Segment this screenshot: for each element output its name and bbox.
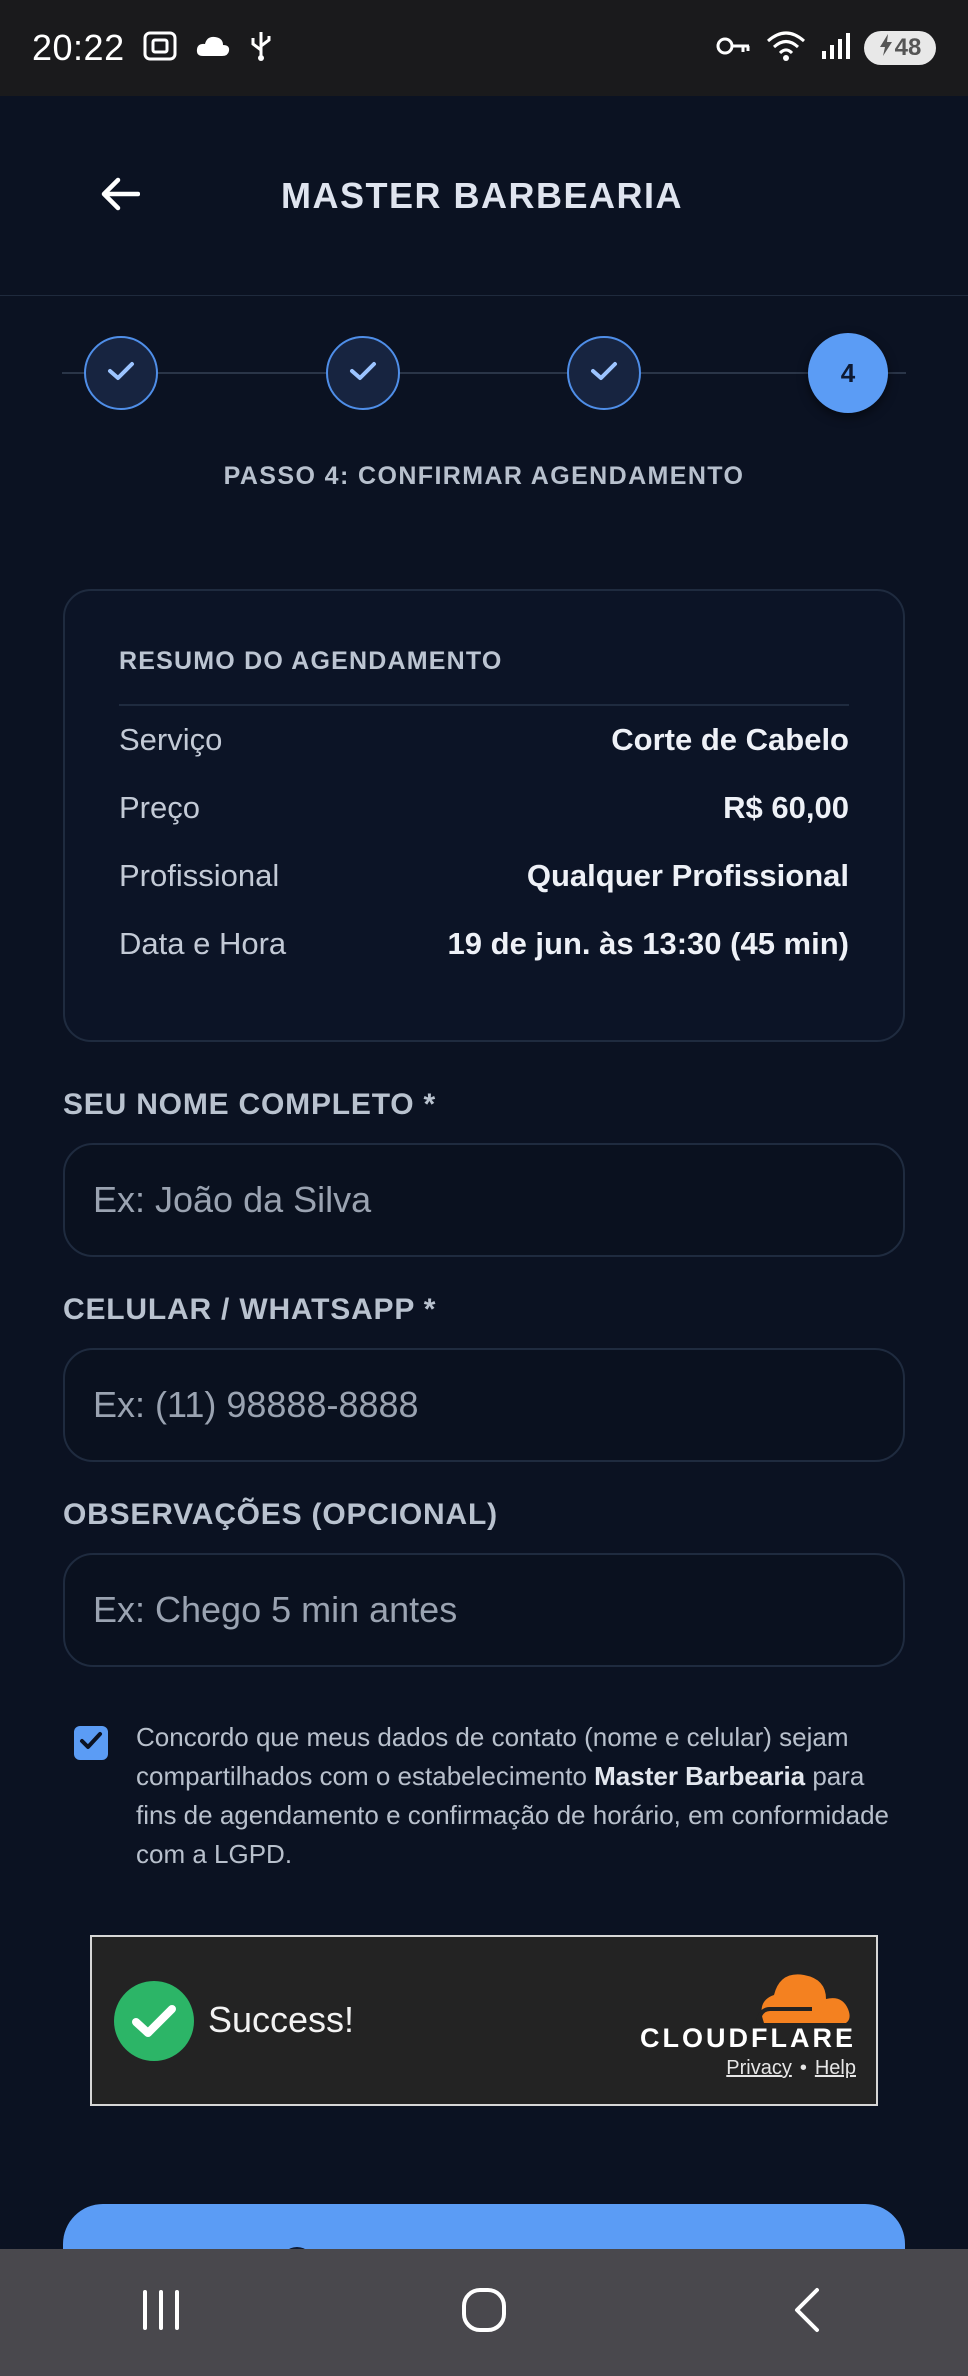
summary-value: 19 de jun. às 13:30 (45 min)	[447, 926, 849, 961]
step-1-done	[84, 336, 158, 410]
cloudflare-logo-icon	[756, 1974, 850, 2024]
notes-field[interactable]	[63, 1553, 905, 1667]
arrow-left-icon	[100, 177, 141, 216]
link-separator: •	[799, 2057, 807, 2079]
battery-level: 48	[894, 34, 922, 61]
check-icon	[349, 360, 377, 387]
stepper: 4	[62, 330, 906, 416]
usb-icon	[249, 30, 273, 67]
summary-value: Corte de Cabelo	[611, 722, 849, 757]
turnstile-status: Success!	[208, 1999, 355, 2040]
app-header: MASTER BARBEARIA	[0, 96, 968, 296]
summary-label: Preço	[119, 790, 200, 825]
turnstile-links: Privacy • Help	[726, 2057, 856, 2080]
home-button[interactable]	[424, 2263, 544, 2363]
summary-row-service: Serviço Corte de Cabelo	[119, 706, 849, 774]
summary-row-datetime: Data e Hora 19 de jun. às 13:30 (45 min)	[119, 910, 849, 978]
name-field-label: SEU NOME COMPLETO *	[63, 1088, 437, 1121]
signal-icon	[820, 31, 850, 66]
home-icon	[460, 2286, 508, 2339]
page-title: MASTER BARBEARIA	[281, 174, 683, 216]
check-icon	[590, 360, 618, 387]
system-nav-bar	[0, 2249, 968, 2376]
summary-label: Data e Hora	[119, 926, 287, 961]
help-link[interactable]: Help	[815, 2057, 856, 2080]
stepper-line	[62, 372, 906, 374]
back-button[interactable]	[88, 168, 152, 224]
consent-business-name: Master Barbearia	[594, 1761, 806, 1791]
nav-back-button[interactable]	[747, 2263, 867, 2363]
checkmark-icon	[79, 1731, 103, 1756]
phone-field-label: CELULAR / WHATSAPP *	[63, 1293, 437, 1326]
notes-field-label: OBSERVAÇÕES (OPCIONAL)	[63, 1498, 498, 1531]
name-field[interactable]	[63, 1143, 905, 1257]
check-icon	[107, 360, 135, 387]
battery-charging-icon	[879, 33, 893, 63]
back-icon	[791, 2286, 823, 2339]
battery-indicator: 48	[864, 31, 936, 65]
summary-value: R$ 60,00	[723, 790, 849, 825]
cloudflare-turnstile: Success! CLOUDFLARE Privacy • Help	[90, 1935, 878, 2106]
cloud-icon	[195, 34, 231, 63]
status-time: 20:22	[32, 27, 125, 68]
recents-button[interactable]	[101, 2263, 221, 2363]
summary-heading: RESUMO DO AGENDAMENTO	[119, 647, 849, 706]
step-4-active: 4	[808, 333, 888, 413]
summary-label: Serviço	[119, 722, 223, 757]
success-check-icon	[114, 1981, 194, 2061]
summary-row-price: Preço R$ 60,00	[119, 774, 849, 842]
wifi-icon	[766, 31, 806, 66]
summary-row-professional: Profissional Qualquer Profissional	[119, 842, 849, 910]
summary-value: Qualquer Profissional	[526, 858, 849, 893]
step-2-done	[326, 336, 400, 410]
summary-card: RESUMO DO AGENDAMENTO Serviço Corte de C…	[63, 589, 905, 1042]
key-icon	[716, 34, 752, 63]
step-3-done	[567, 336, 641, 410]
screenshot-icon	[143, 31, 177, 66]
phone-field[interactable]	[63, 1348, 905, 1462]
summary-label: Profissional	[119, 858, 280, 893]
cloudflare-wordmark: CLOUDFLARE	[640, 2023, 856, 2053]
consent-checkbox[interactable]	[74, 1726, 108, 1760]
status-bar: 20:22 48	[0, 0, 968, 96]
recents-icon	[139, 2288, 183, 2337]
consent-text: Concordo que meus dados de contato (nome…	[136, 1718, 896, 1874]
privacy-link[interactable]: Privacy	[726, 2057, 792, 2080]
step-title: PASSO 4: CONFIRMAR AGENDAMENTO	[223, 462, 745, 490]
